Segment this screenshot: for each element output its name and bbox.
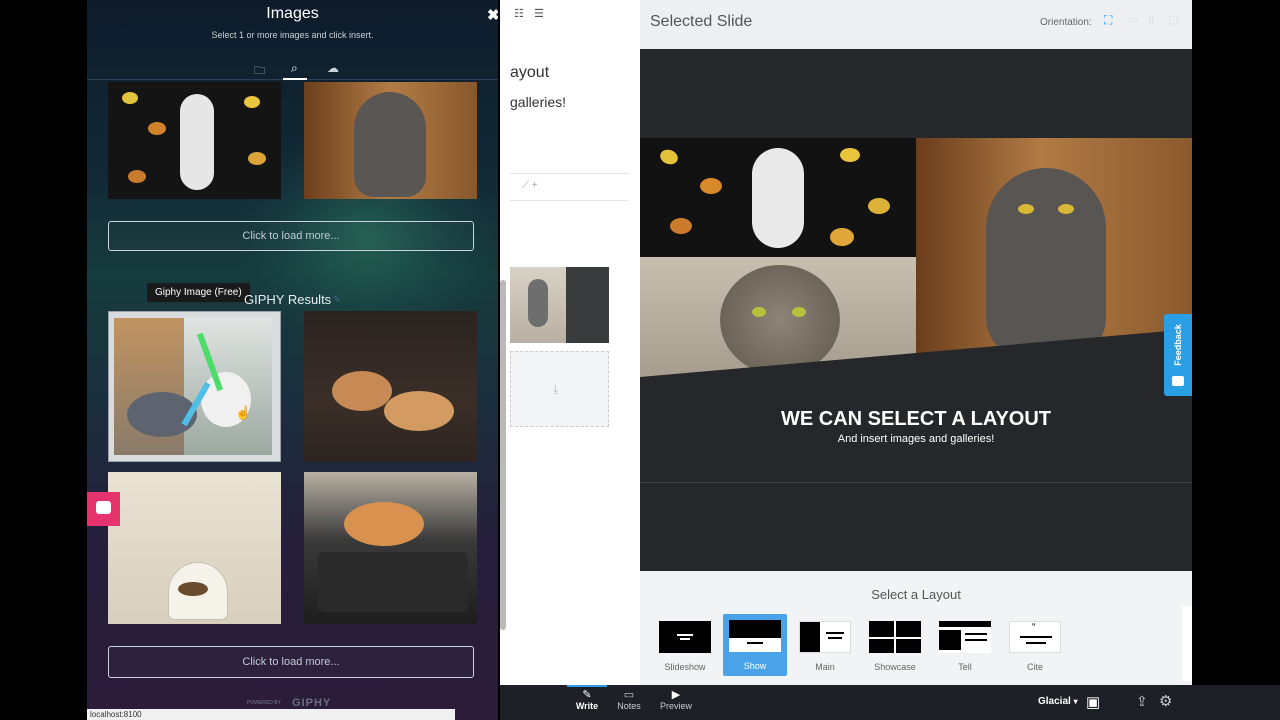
chat-widget-button[interactable]	[87, 492, 120, 526]
image-tooltip: Giphy Image (Free)	[147, 283, 250, 302]
share-icon[interactable]: ⇪	[1136, 693, 1148, 710]
mouse-cursor-icon: ☝	[235, 405, 252, 420]
caret-down-icon: ▾	[1073, 697, 1078, 706]
layout-tell-thumb	[939, 621, 991, 653]
close-icon[interactable]: ✖	[487, 6, 498, 24]
feedback-icon	[1172, 376, 1184, 386]
giphy-result-lightsaber-cats[interactable]	[108, 311, 281, 462]
layout-option-showcase[interactable]: Showcase	[864, 615, 926, 675]
tab-write-label: Write	[575, 701, 599, 711]
layout-slideshow-thumb	[659, 621, 711, 653]
layout-label: Tell	[958, 662, 972, 672]
layout-main-thumb	[799, 621, 851, 653]
layout-showcase-thumb	[869, 621, 921, 653]
upload-cloud-icon[interactable]: ☁	[327, 61, 339, 75]
feedback-label: Feedback	[1173, 324, 1183, 366]
slide-headline[interactable]: WE CAN SELECT A LAYOUT	[640, 408, 1192, 431]
save-icon[interactable]: ▣	[1086, 693, 1100, 711]
edit-icon[interactable]: ✎	[333, 294, 341, 305]
layout-show-thumb	[729, 620, 781, 652]
pencil-icon: ✎	[582, 689, 592, 701]
tab-preview-label: Preview	[659, 701, 692, 711]
bullet-list-icon[interactable]: ☰	[534, 7, 544, 20]
chart-add-icon[interactable]: ⟋ +	[522, 180, 538, 191]
editor-divider	[510, 200, 628, 201]
layout-label: Cite	[1026, 662, 1043, 672]
tab-notes-label: Notes	[617, 701, 641, 711]
giphy-result-cat-toilet[interactable]	[108, 472, 281, 624]
slide-panel-header: Selected Slide Orientation: ⛶ ▭ ▯ ▢	[640, 0, 1192, 49]
selected-slide-panel: Selected Slide Orientation: ⛶ ▭ ▯ ▢ WE C…	[640, 0, 1192, 685]
feedback-tab[interactable]: Feedback	[1164, 314, 1192, 396]
panel-title: Selected Slide	[650, 13, 753, 30]
search-icon[interactable]: ⌕	[291, 61, 298, 76]
comment-icon: ▭	[623, 689, 635, 701]
tab-notes[interactable]: ▭ Notes	[609, 688, 649, 711]
load-more-button[interactable]: Click to load more...	[108, 646, 474, 678]
layout-label: Slideshow	[664, 662, 706, 672]
editor-heading-fragment[interactable]: ayout	[510, 64, 549, 82]
giphy-result-kittens-couch[interactable]	[304, 311, 477, 462]
giphy-logo: GIPHY	[292, 697, 332, 709]
orientation-option-icon[interactable]: ▭	[1128, 13, 1138, 26]
slide-diagonal-overlay	[640, 329, 1192, 389]
layout-label: Main	[815, 662, 835, 672]
bottom-toolbar: ✎ Write ▭ Notes ▶ Preview Glacial ▾ ▣ ⇪ …	[500, 685, 1280, 720]
image-result-grey-cat[interactable]	[304, 82, 477, 199]
slide-image-autumn-cat[interactable]	[640, 138, 916, 257]
images-panel-title: Images	[266, 5, 319, 22]
images-panel: Images Select 1 or more images and click…	[87, 0, 498, 720]
quote-icon: “	[1032, 622, 1036, 633]
editor-drop-zone[interactable]: ⤓	[510, 351, 609, 427]
images-panel-subtitle: Select 1 or more images and click insert…	[211, 30, 374, 40]
layout-option-tell[interactable]: Tell	[934, 615, 996, 675]
slide-stage: WE CAN SELECT A LAYOUT And insert images…	[640, 49, 1192, 571]
slide-subheadline[interactable]: And insert images and galleries!	[640, 433, 1192, 445]
settings-gear-icon[interactable]: ⚙	[1159, 692, 1172, 710]
editor-image-thumb[interactable]	[510, 267, 609, 343]
orientation-option-icon[interactable]: ▢	[1168, 13, 1178, 26]
giphy-results-heading: GIPHY Results	[244, 292, 332, 307]
editor-divider	[510, 173, 628, 174]
active-tab-marker	[283, 78, 307, 80]
layout-picker-title: Select a Layout	[871, 587, 961, 602]
tab-preview[interactable]: ▶ Preview	[654, 688, 698, 711]
images-panel-scrollbar[interactable]	[500, 280, 506, 630]
expand-icon[interactable]: ⛶	[1104, 13, 1112, 28]
right-scrollbar-track	[1182, 606, 1192, 681]
download-icon: ⤓	[553, 382, 559, 396]
numbered-list-icon[interactable]: ☷	[514, 7, 524, 20]
layout-cite-thumb: “	[1009, 621, 1061, 653]
orientation-option-icon[interactable]: ▯	[1148, 13, 1154, 26]
play-icon: ▶	[671, 689, 681, 701]
layout-option-main[interactable]: Main	[794, 615, 856, 675]
slide-divider	[640, 482, 1192, 483]
chat-bubble-icon	[96, 501, 111, 514]
theme-selector[interactable]: Glacial ▾	[1038, 696, 1078, 707]
layout-option-show[interactable]: Show	[723, 614, 787, 676]
layout-label: Showcase	[874, 662, 916, 672]
layout-option-slideshow[interactable]: Slideshow	[654, 615, 716, 675]
layout-option-cite[interactable]: “ Cite	[1004, 615, 1066, 675]
powered-by-label: POWERED BY	[247, 700, 281, 706]
active-tab-indicator	[567, 685, 607, 687]
load-more-button[interactable]: Click to load more...	[108, 221, 474, 251]
editor-toolbar: ☷ ☰	[500, 0, 640, 28]
layout-label: Show	[743, 661, 767, 671]
browser-status-bar: localhost:8100	[87, 709, 455, 720]
orientation-label: Orientation:	[1040, 17, 1092, 28]
theme-name: Glacial	[1038, 696, 1071, 707]
editor-subheading-fragment[interactable]: galleries!	[510, 94, 566, 110]
image-result-autumn-cat[interactable]	[108, 82, 281, 199]
giphy-result-cat-turntable[interactable]	[304, 472, 477, 624]
layout-picker: Select a Layout Slideshow Show Main Show…	[640, 571, 1192, 685]
tab-write[interactable]: ✎ Write	[567, 688, 607, 711]
editor-panel: ☷ ☰ ayout galleries! ⟋ + ⤓	[500, 0, 640, 685]
